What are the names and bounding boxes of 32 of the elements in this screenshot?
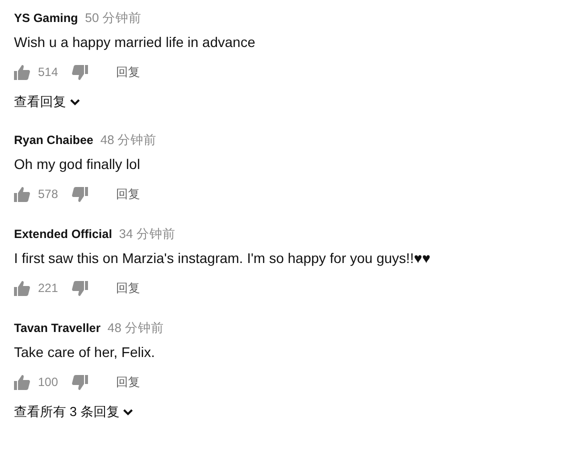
chevron-down-icon [123,408,134,416]
thumbs-up-icon[interactable] [14,374,30,390]
like-count: 221 [38,281,58,295]
like-count: 578 [38,187,58,201]
like-count: 100 [38,375,58,389]
thumbs-down-icon[interactable] [72,280,88,296]
view-replies-button[interactable]: 查看回复 [14,92,80,112]
view-replies-button[interactable]: 查看所有 3 条回复 [14,402,134,422]
comment-text: Wish u a happy married life in advance [14,33,256,52]
comment-time: 34 分钟前 [119,226,176,243]
thumbs-up-icon[interactable] [14,186,30,202]
reply-button[interactable]: 回复 [116,280,140,296]
comment-text: Take care of her, Felix. [14,343,156,362]
comment-author[interactable]: Tavan Traveller [14,318,100,338]
thumbs-down-icon[interactable] [72,374,88,390]
comment-time: 48 分钟前 [100,132,157,149]
comment-text: I first saw this on Marzia's instagram. I'm so happy for you guys!!♥♥ [14,249,432,268]
comment-author[interactable]: Ryan Chaibee [14,130,94,150]
thumbs-down-icon[interactable] [72,64,88,80]
comment-text: Oh my god finally lol [14,155,142,174]
thumbs-up-icon[interactable] [14,280,30,296]
comment-author[interactable]: Extended Official [14,224,112,244]
like-count: 514 [38,65,58,79]
reply-button[interactable]: 回复 [116,64,140,80]
reply-button[interactable]: 回复 [116,374,140,390]
comment-time: 48 分钟前 [108,320,164,337]
thumbs-up-icon[interactable] [14,64,30,80]
comment-author[interactable]: YS Gaming [14,8,78,28]
reply-button[interactable]: 回复 [116,186,140,202]
thumbs-down-icon[interactable] [72,186,88,202]
chevron-down-icon [70,98,80,106]
comment-time: 50 分钟前 [85,10,142,27]
